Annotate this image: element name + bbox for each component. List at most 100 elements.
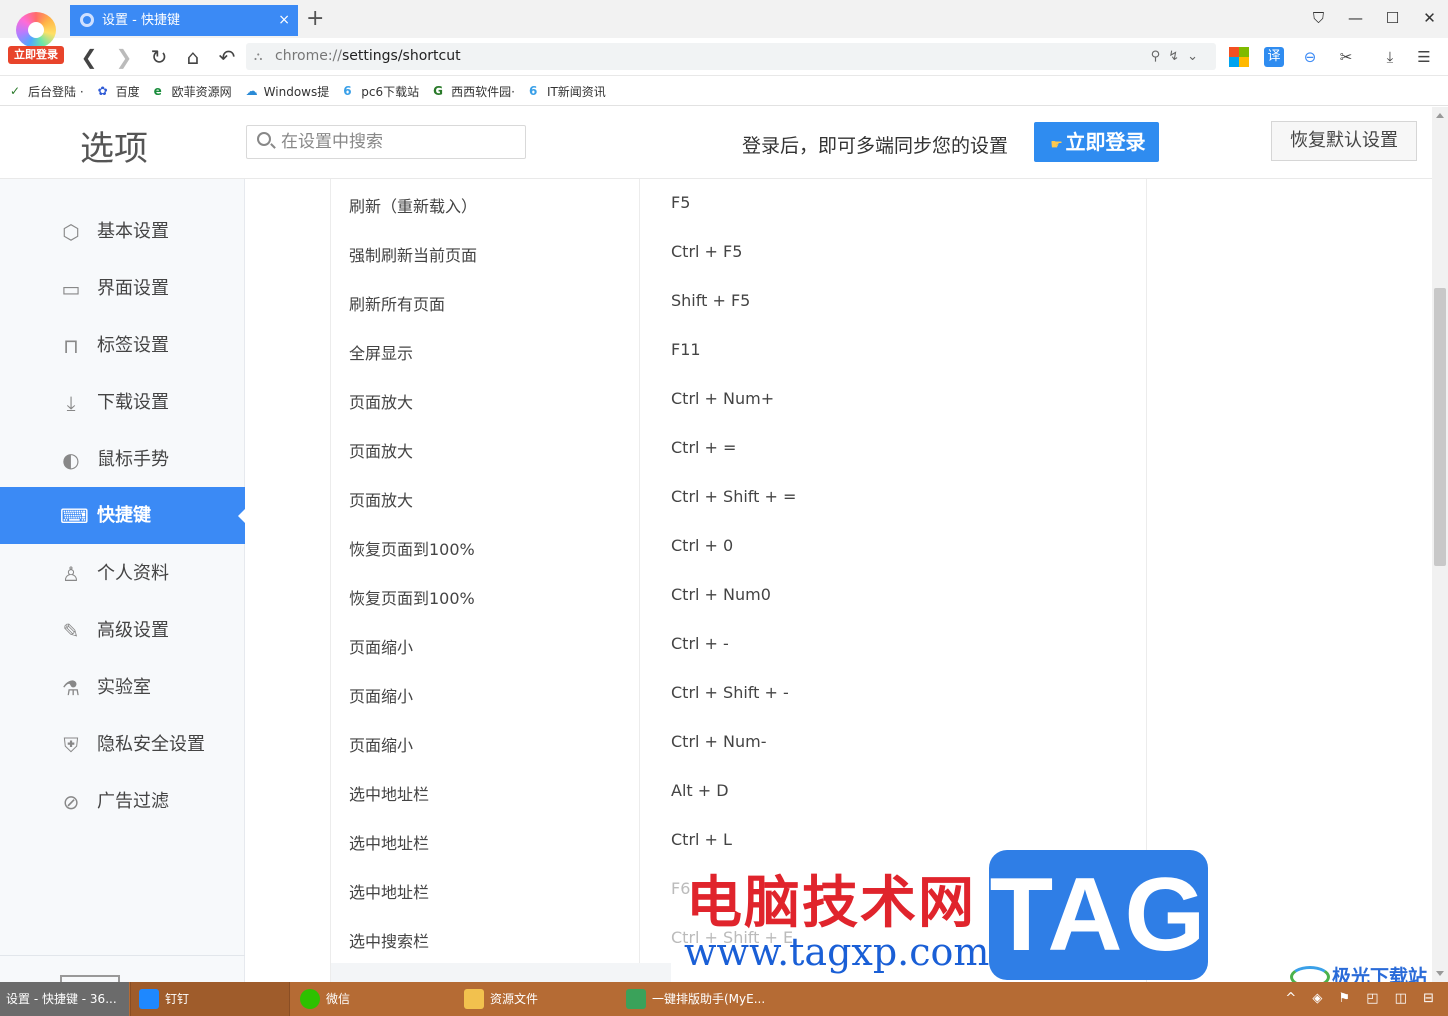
shortcut-action: 页面缩小 — [349, 736, 414, 755]
scroll-up-arrow[interactable] — [1436, 113, 1444, 118]
block-icon: ⊘ — [62, 790, 80, 814]
tab-close-icon[interactable]: × — [278, 5, 290, 36]
maximize-button[interactable]: ☐ — [1374, 0, 1411, 36]
sidebar-item-privacy[interactable]: ⛨ 隐私安全设置 — [0, 716, 245, 773]
taskbar-item-folder[interactable]: 资源文件 — [456, 982, 616, 1016]
taskbar-item-browser[interactable]: 设置 - 快捷键 - 36... — [0, 982, 129, 1016]
table-row[interactable]: 页面缩小 Ctrl + Shift + - — [331, 669, 1146, 718]
forward-icon[interactable]: ❯ — [111, 44, 137, 70]
minimize-button[interactable]: — — [1337, 0, 1374, 36]
bookmark-item[interactable]: ✿ 百度 — [98, 83, 140, 100]
shortcut-keys[interactable]: Ctrl + Num- — [671, 732, 767, 751]
bookmark-item[interactable]: e 欧菲资源网 — [154, 83, 232, 100]
sync-hint: 登录后，即可多端同步您的设置 — [742, 135, 1009, 157]
sidebar-item-adblock[interactable]: ⊘ 广告过滤 — [0, 773, 245, 830]
url-text[interactable]: chrome://settings/shortcut — [275, 43, 461, 70]
menu-icon[interactable]: ☰ — [1414, 47, 1434, 67]
sidebar-item-mouse-gesture[interactable]: ◐ 鼠标手势 — [0, 431, 245, 488]
page-scrollbar[interactable] — [1432, 107, 1448, 982]
system-tray[interactable]: ^ ◈ ⚑ ◰ ◫ ⊟ — [1285, 982, 1440, 1016]
bookmark-item[interactable]: ☁ Windows提 — [246, 83, 330, 100]
browser-logo[interactable]: 立即登录 — [8, 8, 64, 64]
shortcut-keys[interactable]: F5 — [671, 193, 690, 212]
settings-search[interactable] — [246, 125, 526, 159]
shield-icon: ⛨ — [63, 733, 79, 757]
shortcut-keys[interactable]: Ctrl + L — [671, 830, 732, 849]
active-tab[interactable]: 设置 - 快捷键 × — [70, 5, 298, 36]
table-row[interactable]: 刷新所有页面 Shift + F5 — [331, 277, 1146, 326]
shortcut-keys[interactable]: Ctrl + Num0 — [671, 585, 771, 604]
screenshot-icon[interactable]: ✂ — [1336, 47, 1356, 67]
translate-icon[interactable]: 译 — [1264, 47, 1284, 67]
login-button[interactable]: ☛ 立即登录 — [1034, 122, 1159, 162]
table-row[interactable]: 强制刷新当前页面 Ctrl + F5 — [331, 228, 1146, 277]
dingtalk-icon — [139, 989, 159, 1009]
zoom-icon[interactable]: ⚲ — [1151, 49, 1169, 64]
shortcut-keys[interactable]: Ctrl + Shift + = — [671, 487, 796, 506]
shortcut-keys[interactable]: Ctrl + Shift + - — [671, 683, 789, 702]
back-icon[interactable]: ❮ — [76, 44, 102, 70]
shortcut-keys[interactable]: Ctrl + F5 — [671, 242, 742, 261]
table-row[interactable]: 页面缩小 Ctrl + Num- — [331, 718, 1146, 767]
lightning-icon[interactable]: ↯ — [1168, 49, 1187, 64]
sidebar-item-basic[interactable]: ⬡ 基本设置 — [0, 203, 245, 260]
table-row[interactable]: 恢复页面到100% Ctrl + 0 — [331, 522, 1146, 571]
tab-title: 设置 - 快捷键 — [102, 13, 180, 28]
table-row[interactable]: 页面放大 Ctrl + Shift + = — [331, 473, 1146, 522]
download-icon[interactable]: ⤓ — [1380, 47, 1400, 67]
login-badge[interactable]: 立即登录 — [8, 46, 64, 64]
shortcut-action: 强制刷新当前页面 — [349, 246, 478, 265]
search-input[interactable] — [281, 126, 521, 158]
shortcut-keys[interactable]: Ctrl + - — [671, 634, 729, 653]
skin-icon[interactable]: ⛉ — [1300, 0, 1337, 36]
sidebar-item-tabs[interactable]: ⊓ 标签设置 — [0, 317, 245, 374]
adblock-icon[interactable]: ⊖ — [1300, 47, 1320, 67]
folder-icon — [464, 989, 484, 1009]
table-row[interactable]: 全屏显示 F11 — [331, 326, 1146, 375]
table-row[interactable]: 刷新（重新载入） F5 — [331, 179, 1146, 228]
wrench-icon: ✎ — [62, 619, 80, 643]
scroll-thumb[interactable] — [1434, 288, 1446, 566]
sidebar-item-shortcuts[interactable]: ⌨ 快捷键 — [0, 487, 246, 544]
bookmark-item[interactable]: ✓ 后台登陆 · — [10, 83, 84, 100]
table-row[interactable]: 页面放大 Ctrl + Num+ — [331, 375, 1146, 424]
table-row[interactable]: 页面缩小 Ctrl + - — [331, 620, 1146, 669]
bookmark-item[interactable]: 6 IT新闻资讯 — [529, 83, 606, 100]
bookmark-icon: 6 — [528, 84, 538, 98]
taskbar-item-layout-helper[interactable]: 一键排版助手(MyE... — [618, 982, 788, 1016]
home-icon[interactable]: ⌂ — [180, 44, 206, 70]
shortcut-keys[interactable]: Shift + F5 — [671, 291, 750, 310]
sidebar-item-profile[interactable]: ♙ 个人资料 — [0, 545, 245, 602]
close-button[interactable]: ✕ — [1411, 0, 1448, 36]
keyboard-icon: ⌨ — [60, 504, 89, 528]
shortcut-action: 恢复页面到100% — [349, 589, 475, 608]
sidebar-item-interface[interactable]: ▭ 界面设置 — [0, 260, 245, 317]
address-bar[interactable]: ⛬ chrome://settings/shortcut ⚲↯⌄ — [246, 43, 1216, 70]
taskbar-item-dingtalk[interactable]: 钉钉 — [130, 982, 290, 1016]
scroll-down-arrow[interactable] — [1436, 971, 1444, 976]
windows-extension-icon[interactable] — [1229, 47, 1249, 67]
table-row[interactable] — [331, 963, 671, 982]
shortcut-action: 页面放大 — [349, 442, 414, 461]
watermark-url: www.tagxp.com — [684, 930, 990, 974]
undo-close-icon[interactable]: ↶ — [214, 44, 240, 70]
reload-icon[interactable]: ↻ — [146, 44, 172, 70]
bookmark-item[interactable]: G 西西软件园· — [433, 83, 515, 100]
table-row[interactable]: 选中地址栏 Alt + D — [331, 767, 1146, 816]
sidebar-item-lab[interactable]: ⚗ 实验室 — [0, 659, 245, 716]
watermark-text: 电脑技术网 — [686, 871, 976, 936]
sidebar-item-download[interactable]: ⤓ 下载设置 — [0, 374, 245, 431]
new-tab-button[interactable]: + — [306, 6, 324, 31]
shortcut-keys[interactable]: Ctrl + = — [671, 438, 736, 457]
bookmark-item[interactable]: 6 pc6下载站 — [343, 83, 419, 100]
sidebar-item-advanced[interactable]: ✎ 高级设置 — [0, 602, 245, 659]
reset-defaults-button[interactable]: 恢复默认设置 — [1271, 121, 1417, 161]
shortcut-keys[interactable]: F11 — [671, 340, 701, 359]
shortcut-keys[interactable]: Ctrl + Num+ — [671, 389, 774, 408]
dropdown-chevron-icon[interactable]: ⌄ — [1187, 49, 1206, 64]
shortcut-keys[interactable]: Alt + D — [671, 781, 729, 800]
table-row[interactable]: 页面放大 Ctrl + = — [331, 424, 1146, 473]
table-row[interactable]: 恢复页面到100% Ctrl + Num0 — [331, 571, 1146, 620]
taskbar-item-wechat[interactable]: 微信 — [292, 982, 452, 1016]
shortcut-keys[interactable]: Ctrl + 0 — [671, 536, 733, 555]
